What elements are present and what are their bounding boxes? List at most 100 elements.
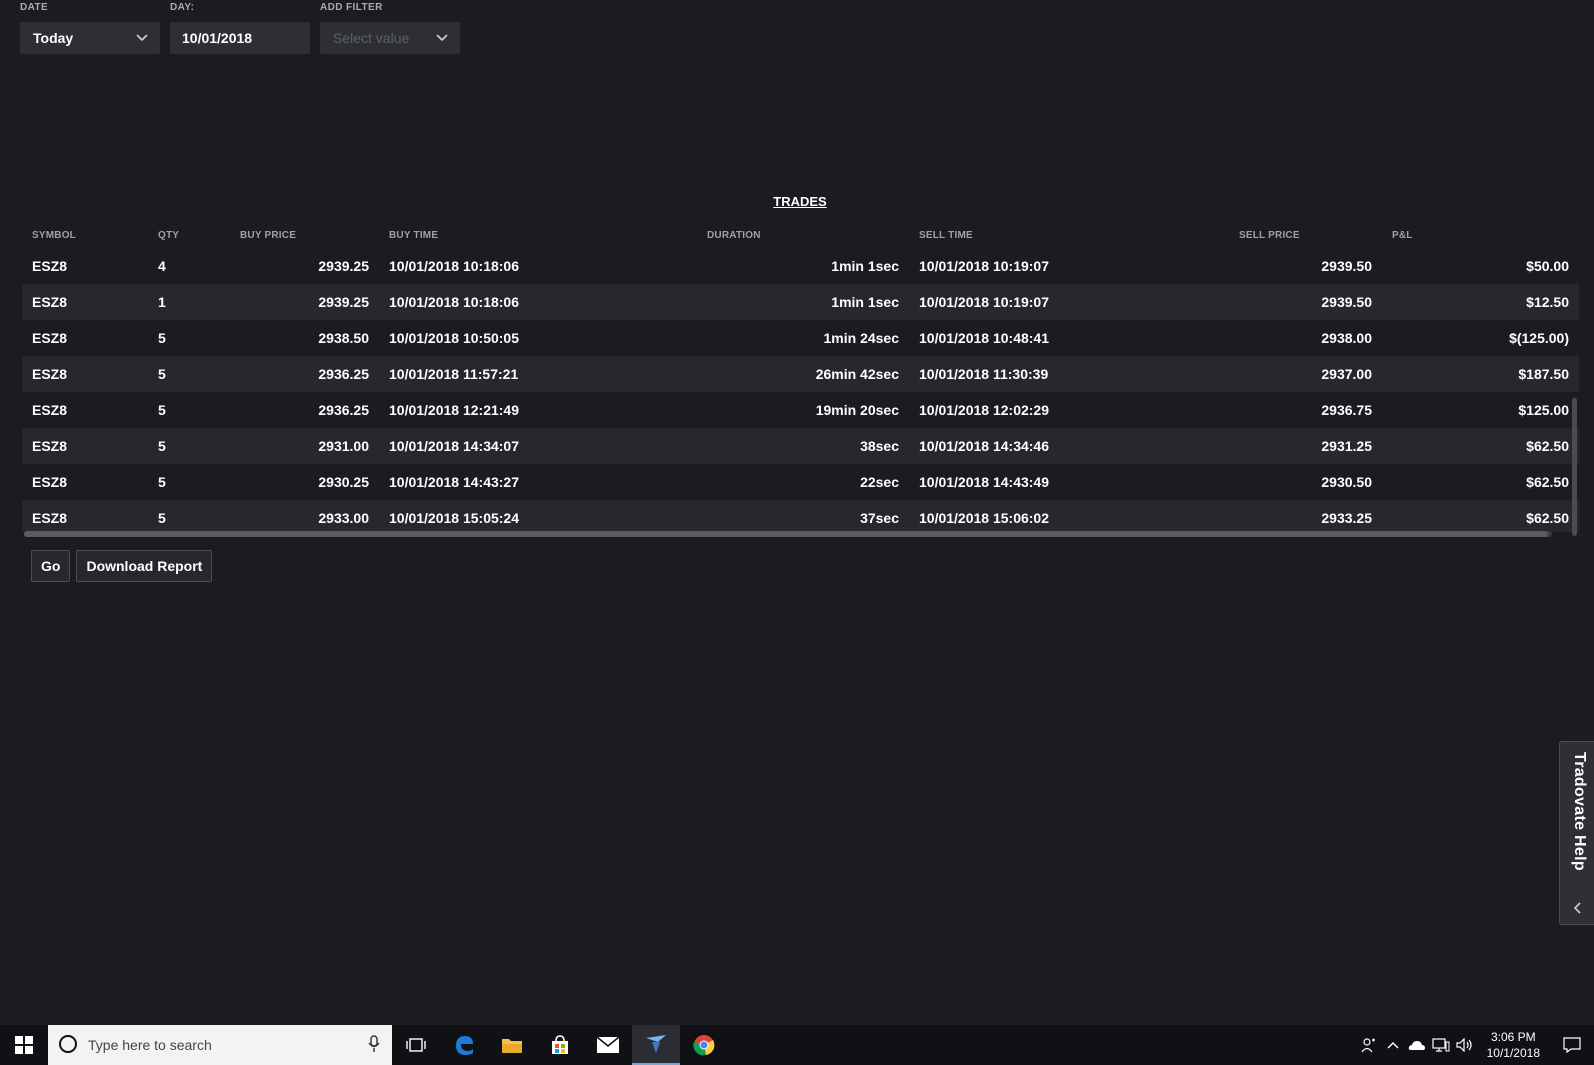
cell-qty: 5 [158, 330, 166, 346]
col-header-symbol[interactable]: SYMBOL [22, 222, 148, 248]
table-row[interactable]: ESZ8 5 2936.25 10/01/2018 11:57:21 26min… [22, 356, 1579, 392]
table-row[interactable]: ESZ8 5 2936.25 10/01/2018 12:21:49 19min… [22, 392, 1579, 428]
taskbar-search-placeholder: Type here to search [88, 1037, 212, 1053]
notification-icon[interactable] [1550, 1025, 1594, 1065]
microphone-icon[interactable] [368, 1034, 380, 1056]
trades-table-body: ESZ8 4 2939.25 10/01/2018 10:18:06 1min … [22, 248, 1579, 532]
taskbar: Type here to search 3:06 PM 10/1/2018 [0, 1025, 1594, 1065]
table-row[interactable]: ESZ8 5 2938.50 10/01/2018 10:50:05 1min … [22, 320, 1579, 356]
cell-duration: 26min 42sec [815, 366, 899, 382]
cell-symbol: ESZ8 [32, 474, 68, 490]
add-filter-select[interactable]: Select value [320, 22, 460, 54]
cell-qty: 5 [158, 438, 166, 454]
table-row[interactable]: ESZ8 1 2939.25 10/01/2018 10:18:06 1min … [22, 284, 1579, 320]
cell-buy-time: 10/01/2018 10:50:05 [389, 330, 519, 346]
onedrive-icon[interactable] [1405, 1025, 1429, 1065]
col-header-pnl[interactable]: P&L [1382, 222, 1579, 248]
cell-sell-price: 2931.25 [1321, 438, 1372, 454]
cell-qty: 5 [158, 474, 166, 490]
cell-buy-price: 2936.25 [318, 366, 369, 382]
tradovate-icon[interactable] [632, 1025, 680, 1065]
cell-pnl: $125.00 [1518, 402, 1569, 418]
system-tray: 3:06 PM 10/1/2018 [1357, 1025, 1594, 1065]
cell-qty: 1 [158, 294, 166, 310]
cell-sell-price: 2939.50 [1321, 294, 1372, 310]
cell-buy-price: 2939.25 [318, 294, 369, 310]
add-filter-placeholder: Select value [333, 30, 410, 46]
clock-time: 3:06 PM [1490, 1030, 1536, 1044]
table-row[interactable]: ESZ8 4 2939.25 10/01/2018 10:18:06 1min … [22, 248, 1579, 284]
file-explorer-icon[interactable] [488, 1025, 536, 1065]
volume-icon[interactable] [1453, 1025, 1477, 1065]
cell-sell-price: 2939.50 [1321, 258, 1372, 274]
cell-symbol: ESZ8 [32, 258, 68, 274]
cell-buy-price: 2939.25 [318, 258, 369, 274]
cell-buy-time: 10/01/2018 14:34:07 [389, 438, 519, 454]
cell-sell-time: 10/01/2018 12:02:29 [919, 402, 1049, 418]
cell-buy-time: 10/01/2018 14:43:27 [389, 474, 519, 490]
col-header-sell-price[interactable]: SELL PRICE [1229, 222, 1382, 248]
report-actions: Go Download Report [31, 550, 213, 582]
cell-qty: 4 [158, 258, 166, 274]
cell-pnl: $12.50 [1526, 294, 1569, 310]
chevron-down-icon [134, 30, 150, 46]
help-tab[interactable]: Tradovate Help [1559, 741, 1594, 925]
table-row[interactable]: ESZ8 5 2930.25 10/01/2018 14:43:27 22sec… [22, 464, 1579, 500]
system-clock[interactable]: 3:06 PM 10/1/2018 [1477, 1029, 1550, 1061]
col-header-sell-time[interactable]: SELL TIME [909, 222, 1229, 248]
task-view-icon[interactable] [392, 1025, 440, 1065]
cell-duration: 38sec [860, 438, 899, 454]
cell-sell-time: 10/01/2018 14:43:49 [919, 474, 1049, 490]
cell-sell-price: 2930.50 [1321, 474, 1372, 490]
trades-title: TRADES [773, 194, 827, 209]
cell-buy-price: 2930.25 [318, 474, 369, 490]
cell-sell-time: 10/01/2018 10:19:07 [919, 294, 1049, 310]
cell-symbol: ESZ8 [32, 294, 68, 310]
mail-icon[interactable] [584, 1025, 632, 1065]
cell-buy-time: 10/01/2018 11:57:21 [389, 366, 519, 382]
edge-icon[interactable] [440, 1025, 488, 1065]
clock-date: 10/1/2018 [1486, 1046, 1540, 1060]
cell-sell-time: 10/01/2018 15:06:02 [919, 510, 1049, 526]
table-row[interactable]: ESZ8 5 2931.00 10/01/2018 14:34:07 38sec… [22, 428, 1579, 464]
cell-pnl: $62.50 [1526, 474, 1569, 490]
windows-start-icon[interactable] [0, 1025, 48, 1065]
table-row[interactable]: ESZ8 5 2933.00 10/01/2018 15:05:24 37sec… [22, 500, 1579, 532]
col-header-qty[interactable]: QTY [148, 222, 230, 248]
cell-duration: 1min 1sec [831, 294, 899, 310]
cell-sell-time: 10/01/2018 10:48:41 [919, 330, 1049, 346]
chevron-left-icon[interactable] [1573, 902, 1581, 917]
taskbar-search[interactable]: Type here to search [48, 1025, 392, 1065]
col-header-buy-price[interactable]: BUY PRICE [230, 222, 379, 248]
col-header-buy-time[interactable]: BUY TIME [379, 222, 697, 248]
cell-buy-price: 2933.00 [318, 510, 369, 526]
trades-table: SYMBOL QTY BUY PRICE BUY TIME DURATION S… [22, 222, 1579, 532]
add-filter: ADD FILTER Select value [320, 0, 460, 54]
horizontal-scrollbar-thumb[interactable] [24, 531, 1548, 537]
cell-duration: 1min 1sec [831, 258, 899, 274]
vertical-scrollbar[interactable] [1572, 398, 1577, 536]
date-select[interactable]: Today [20, 22, 160, 54]
cell-sell-price: 2933.25 [1321, 510, 1372, 526]
date-filter-label: DATE [20, 2, 49, 13]
trades-table-container[interactable]: SYMBOL QTY BUY PRICE BUY TIME DURATION S… [22, 222, 1579, 532]
download-report-button[interactable]: Download Report [76, 550, 213, 582]
cell-buy-time: 10/01/2018 12:21:49 [389, 402, 519, 418]
cell-sell-time: 10/01/2018 14:34:46 [919, 438, 1049, 454]
day-filter: DAY: 10/01/2018 [170, 0, 310, 54]
people-icon[interactable] [1357, 1025, 1381, 1065]
date-filter: DATE Today [20, 0, 160, 54]
store-icon[interactable] [536, 1025, 584, 1065]
cell-pnl: $62.50 [1526, 438, 1569, 454]
day-input[interactable]: 10/01/2018 [170, 22, 310, 54]
network-icon[interactable] [1429, 1025, 1453, 1065]
chrome-icon[interactable] [680, 1025, 728, 1065]
cell-duration: 22sec [860, 474, 899, 490]
chevron-up-icon[interactable] [1381, 1025, 1405, 1065]
cortana-icon [58, 1034, 78, 1057]
date-select-value: Today [33, 30, 74, 46]
cell-sell-time: 10/01/2018 11:30:39 [919, 366, 1049, 382]
horizontal-scrollbar[interactable] [24, 531, 1552, 537]
col-header-duration[interactable]: DURATION [697, 222, 909, 248]
go-button[interactable]: Go [31, 550, 71, 582]
